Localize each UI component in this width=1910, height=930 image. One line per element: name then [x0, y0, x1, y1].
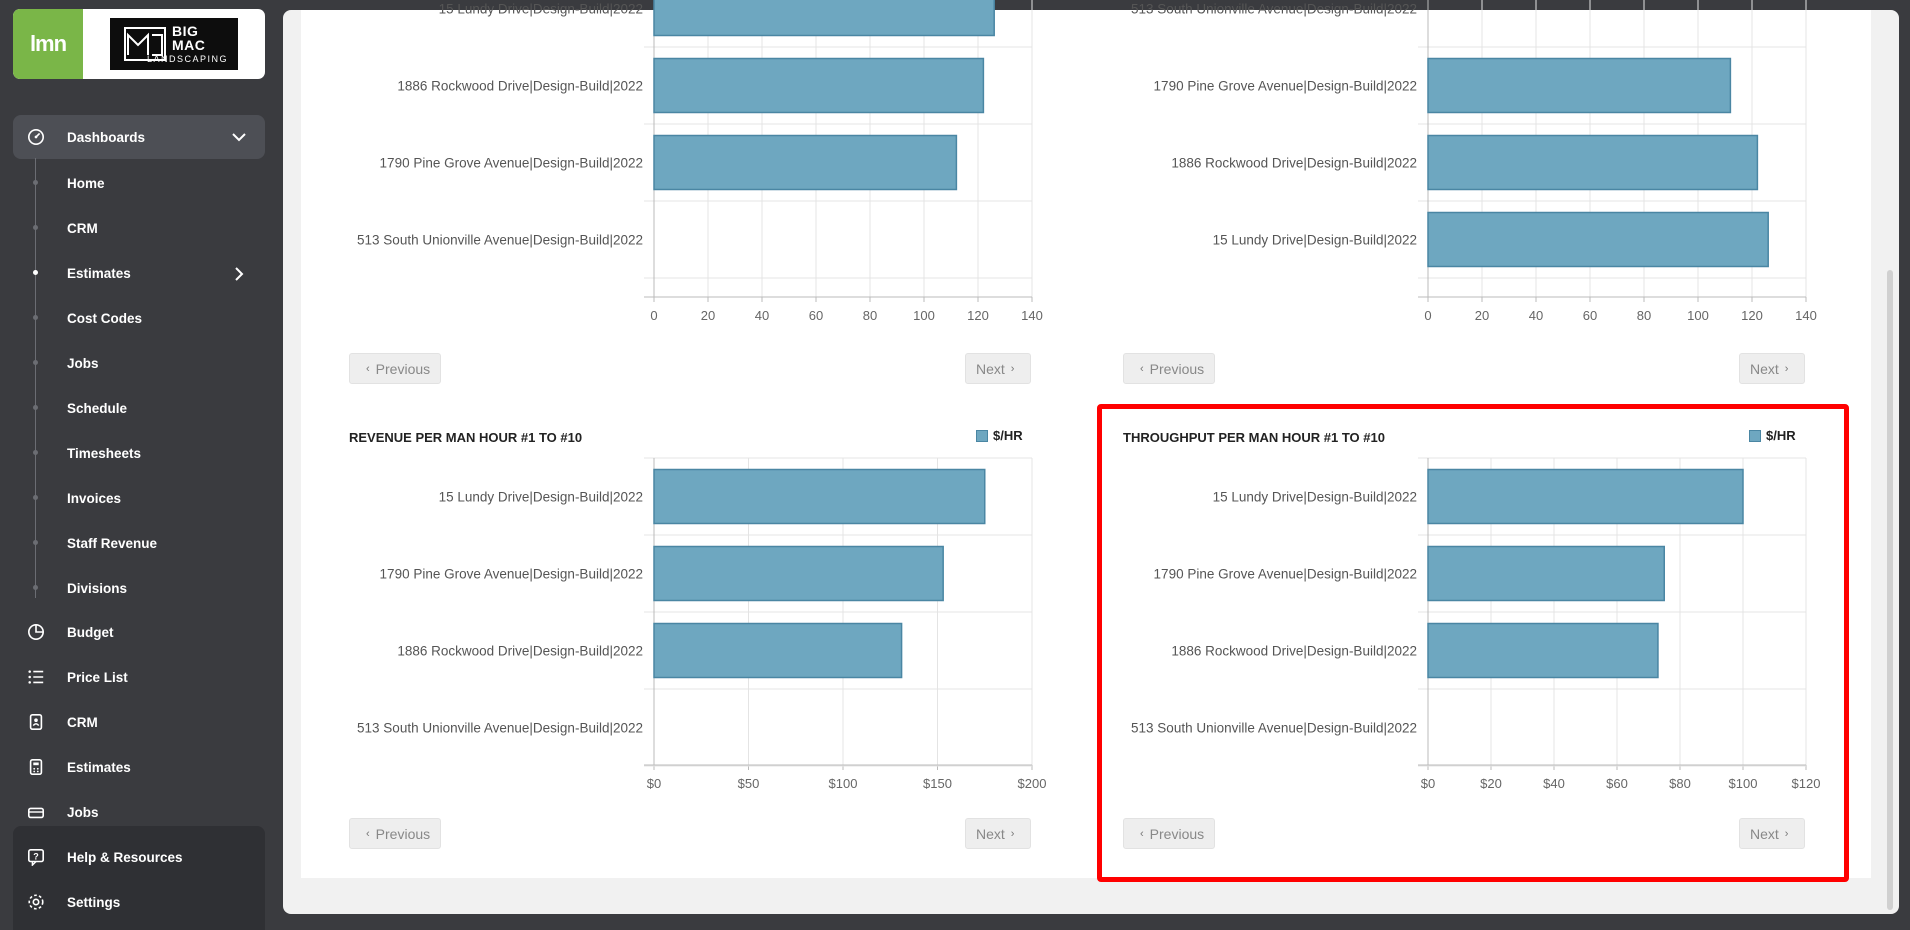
help-icon: ?: [27, 848, 45, 866]
sidebar-item-schedule[interactable]: Schedule: [13, 391, 265, 427]
nav-settings-label: Settings: [67, 894, 121, 910]
sidebar-item-label: Home: [67, 176, 105, 191]
client-logo: BIG MAC LANDSCAPING: [110, 18, 238, 70]
nav-jobs-label: Jobs: [67, 804, 99, 820]
sidebar-item-label: CRM: [67, 221, 98, 236]
category-label: 1886 Rockwood Drive|Design-Build|2022: [397, 644, 643, 659]
category-label: 1790 Pine Grove Avenue|Design-Build|2022: [380, 567, 643, 582]
nav-price-list-label: Price List: [67, 669, 128, 685]
category-label: 15 Lundy Drive|Design-Build|2022: [1213, 490, 1417, 505]
sidebar-item-label: Staff Revenue: [67, 536, 158, 551]
category-label: 15 Lundy Drive|Design-Build|2022: [439, 490, 643, 505]
tick-label: $80: [1669, 776, 1691, 791]
chart-3: $0 $20 $40 $60 $80 $100 $120 15 Lundy Drive|Des…: [1131, 457, 1821, 791]
sidebar-item-invoices[interactable]: Invoices: [13, 481, 265, 517]
chevron-left-icon: ‹: [366, 827, 370, 840]
bar: [1427, 545, 1665, 602]
nav-price-list[interactable]: Price List: [13, 657, 265, 697]
category-label: 513 South Unionville Avenue|Design-Build…: [1131, 721, 1417, 736]
client-logo-line2: MAC: [172, 37, 206, 53]
sidebar-item-label: Invoices: [67, 491, 122, 506]
bar: [653, 545, 944, 602]
tick-label: $100: [1729, 776, 1758, 791]
sidebar-item-crm[interactable]: CRM: [13, 211, 265, 247]
next-button[interactable]: Next ›: [1739, 818, 1806, 849]
sidebar-item-label: Divisions: [67, 581, 128, 596]
bar: [653, 622, 903, 679]
next-button[interactable]: Next ›: [965, 818, 1032, 849]
nav-budget-label: Budget: [67, 624, 114, 640]
chevron-right-icon: ›: [1010, 827, 1015, 840]
tick-label: $0: [647, 776, 661, 791]
client-logo-line1: BIG: [172, 23, 199, 39]
next-label: Next: [1750, 825, 1779, 842]
chart-2: $0 $50 $100 $150 $200 15 Lundy Drive|Design-B…: [357, 457, 1047, 791]
tick-label: $60: [1606, 776, 1628, 791]
previous-label: Previous: [1149, 825, 1205, 842]
contact-card-icon: [29, 713, 43, 731]
dashboard-gauge-icon: [27, 128, 45, 146]
tick-label: $200: [1018, 776, 1047, 791]
pie-chart-icon: [27, 623, 45, 641]
sidebar-item-divisions[interactable]: Divisions: [13, 571, 265, 607]
previous-button[interactable]: ‹ Previous: [349, 818, 442, 849]
nav-estimates[interactable]: Estimates: [13, 747, 265, 787]
sidebar-item-label: Schedule: [67, 401, 128, 416]
previous-button[interactable]: ‹ Previous: [1123, 818, 1216, 849]
nav-help-resources[interactable]: ? Help & Resources: [13, 837, 265, 877]
tick-label: $40: [1543, 776, 1565, 791]
nav-dashboards[interactable]: Dashboards: [13, 117, 265, 157]
category-label: 1886 Rockwood Drive|Design-Build|2022: [1171, 644, 1417, 659]
chevron-down-icon[interactable]: [231, 129, 247, 145]
nav-settings[interactable]: Settings: [13, 882, 265, 922]
sidebar-item-cost-codes[interactable]: Cost Codes: [13, 301, 265, 337]
bar: [1427, 468, 1744, 525]
nav-crm-label: CRM: [67, 714, 98, 730]
chevron-right-icon[interactable]: [231, 266, 247, 282]
nav-help-label: Help & Resources: [67, 849, 183, 865]
truck-icon: [27, 807, 45, 819]
client-logo-line3: LANDSCAPING: [147, 54, 229, 64]
sidebar-item-estimates[interactable]: Estimates: [13, 256, 265, 292]
category-label: 1790 Pine Grove Avenue|Design-Build|2022: [1154, 567, 1417, 582]
nav-budget[interactable]: Budget: [13, 612, 265, 652]
sidebar-item-label: Timesheets: [67, 446, 142, 461]
nav-crm[interactable]: CRM: [13, 702, 265, 742]
next-label: Next: [976, 825, 1005, 842]
tick-label: $0: [1421, 776, 1435, 791]
sidebar-item-label: Cost Codes: [67, 311, 143, 326]
calculator-icon: [29, 758, 43, 776]
tick-label: $20: [1480, 776, 1502, 791]
sidebar-item-label: Jobs: [67, 356, 99, 371]
tick-label: $150: [923, 776, 952, 791]
tick-label: $50: [738, 776, 760, 791]
tick-label: $100: [829, 776, 858, 791]
chevron-right-icon: ›: [1784, 827, 1789, 840]
sidebar: lmn BIG MAC LANDSCAPING Dashboards Home …: [0, 0, 278, 930]
lmn-logo[interactable]: lmn: [13, 9, 83, 79]
nav-dashboards-label: Dashboards: [67, 129, 146, 145]
svg-text:?: ?: [33, 851, 39, 861]
sidebar-item-label: Estimates: [67, 266, 131, 281]
list-icon: [28, 670, 44, 684]
previous-label: Previous: [375, 825, 431, 842]
bar: [1427, 622, 1659, 679]
sidebar-item-timesheets[interactable]: Timesheets: [13, 436, 265, 472]
bar: [653, 468, 986, 525]
scrollbar[interactable]: [1887, 270, 1893, 910]
logo-area: lmn BIG MAC LANDSCAPING: [13, 9, 265, 79]
sidebar-item-home[interactable]: Home: [13, 166, 265, 202]
chevron-left-icon: ‹: [1140, 827, 1144, 840]
category-label: 513 South Unionville Avenue|Design-Build…: [357, 721, 643, 736]
sidebar-item-staff-revenue[interactable]: Staff Revenue: [13, 526, 265, 562]
sidebar-item-jobs[interactable]: Jobs: [13, 346, 265, 382]
gear-icon: [28, 894, 44, 910]
tick-label: $120: [1792, 776, 1821, 791]
nav-estimates-label: Estimates: [67, 759, 131, 775]
